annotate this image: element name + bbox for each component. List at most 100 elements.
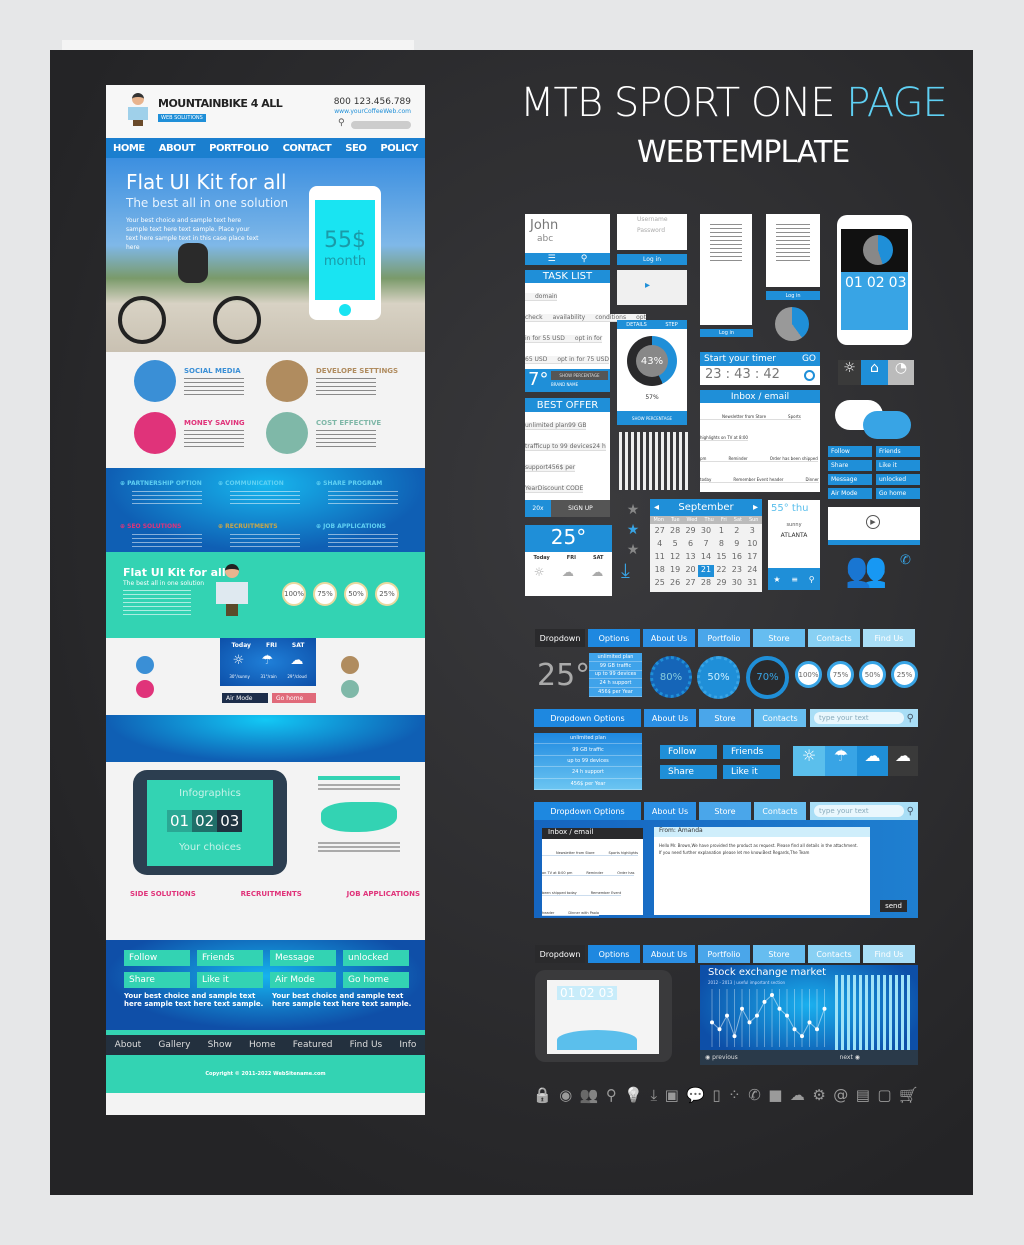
calendar-date[interactable]: 19 — [667, 565, 682, 577]
phone-menu-item[interactable]: 02 — [863, 275, 885, 291]
calendar-date[interactable]: 20 — [683, 565, 698, 577]
dropdown-option[interactable]: 456$ per Year — [534, 779, 642, 791]
search-icon[interactable]: ⚲ — [338, 118, 345, 128]
username-field[interactable]: Username — [637, 216, 668, 223]
calendar-date[interactable]: 31 — [745, 578, 760, 590]
calendar-date[interactable]: 29 — [683, 526, 698, 538]
home-icon[interactable]: ⌂ — [861, 360, 888, 385]
step-1[interactable]: 01 — [167, 810, 193, 832]
at-icon[interactable]: @ — [833, 1086, 848, 1104]
calendar-date[interactable]: 27 — [652, 526, 667, 538]
login-button[interactable]: Log in — [617, 254, 687, 265]
mouse-icon[interactable]: ◉ — [559, 1086, 572, 1104]
phone-icon[interactable]: ✆ — [900, 553, 911, 568]
nav-tab[interactable]: Contacts — [754, 802, 806, 820]
cards-icon[interactable]: ▤ — [856, 1086, 870, 1104]
social-button[interactable]: Go home — [876, 488, 920, 499]
calendar-date[interactable]: 5 — [667, 539, 682, 551]
social-button[interactable]: Air Mode — [270, 972, 336, 988]
password-login-button[interactable]: Log in — [766, 291, 820, 300]
password-field[interactable]: Password — [637, 227, 665, 234]
calendar-date[interactable]: 13 — [683, 552, 698, 564]
dropdown-option[interactable]: 99 GB traffic — [534, 744, 642, 756]
calendar-date[interactable]: 6 — [683, 539, 698, 551]
cloud-user-icon[interactable]: ☁ — [888, 746, 918, 776]
nav-item[interactable]: CONTACT — [283, 143, 332, 154]
task-item[interactable]: opt in for 75 USD — [547, 356, 610, 364]
details-tab[interactable]: DETAILS — [626, 322, 647, 328]
settings-icon[interactable]: ☼ — [838, 360, 861, 385]
dropdown-option[interactable]: 456$ per Year — [589, 688, 642, 697]
nav-tab[interactable]: Dropdown — [535, 629, 585, 647]
step-tab[interactable]: STEP — [665, 322, 677, 328]
users-icon[interactable]: 👥 — [580, 1086, 599, 1104]
social-button[interactable]: Message — [270, 950, 336, 966]
calendar-date[interactable]: 29 — [714, 578, 729, 590]
task-item[interactable]: availability — [542, 314, 586, 322]
step-2[interactable]: 02 — [192, 810, 218, 832]
website-link[interactable]: www.yourCoffeeWeb.com — [334, 108, 411, 115]
tablet-icon[interactable]: ▢ — [877, 1086, 891, 1104]
timer-go-button[interactable]: GO — [802, 354, 816, 364]
footer-nav-item[interactable]: Info — [399, 1040, 416, 1050]
social-button[interactable]: Share — [828, 460, 872, 471]
calendar-date[interactable]: 8 — [714, 539, 729, 551]
camera-icon[interactable]: ■ — [768, 1086, 782, 1104]
nav-item[interactable]: ABOUT — [159, 143, 196, 154]
dropdown-option[interactable]: up to 99 devices — [589, 671, 642, 680]
social-button[interactable]: Share — [124, 972, 190, 988]
nav-item[interactable]: SEO — [345, 143, 367, 154]
search-input[interactable] — [351, 121, 411, 129]
calendar-date[interactable]: 11 — [652, 552, 667, 564]
mobile-icon[interactable]: ▯ — [712, 1086, 720, 1104]
inbox-item[interactable]: Remember Event header — [711, 477, 784, 483]
inbox-item[interactable]: Sports highlights on TV at 8:00 pm — [700, 414, 801, 462]
calendar-date[interactable]: 10 — [745, 539, 760, 551]
footer-nav-item[interactable]: Show — [208, 1040, 232, 1050]
calendar-date[interactable]: 30 — [729, 578, 744, 590]
lock-icon[interactable]: 🔒 — [533, 1086, 552, 1104]
search-icon[interactable]: ⚲ — [606, 1086, 617, 1104]
nav-tab[interactable]: Portfolio — [698, 629, 750, 647]
social-button[interactable]: Like it — [723, 765, 780, 779]
chat-icon[interactable]: 💬 — [686, 1086, 705, 1104]
social-button[interactable]: Share — [660, 765, 717, 779]
nav-tab[interactable]: Store — [699, 709, 751, 727]
nav-tab[interactable]: Dropdown — [535, 945, 585, 963]
location-icon[interactable]: ⚲ — [809, 575, 815, 584]
social-button[interactable]: Friends — [723, 745, 780, 759]
dropdown-option[interactable]: up to 99 devices — [534, 756, 642, 768]
social-button[interactable]: Like it — [197, 972, 263, 988]
inbox-item[interactable]: Reminder — [706, 456, 748, 462]
calendar-date[interactable]: 2 — [729, 526, 744, 538]
email-item[interactable]: Newsletter from Store — [542, 851, 595, 856]
nav-tab[interactable]: About Us — [643, 945, 695, 963]
footer-nav-item[interactable]: About — [115, 1040, 142, 1050]
social-button[interactable]: Follow — [124, 950, 190, 966]
search-icon[interactable]: ⚲ — [907, 713, 914, 724]
send-button[interactable]: send — [880, 900, 907, 912]
nav-tab[interactable]: Dropdown Options — [534, 709, 641, 727]
sun-icon[interactable]: ☼ — [793, 746, 825, 776]
calendar-date[interactable]: 30 — [698, 526, 713, 538]
email-item[interactable]: Dinner with Paolo — [554, 911, 600, 916]
calendar-date[interactable]: 18 — [652, 565, 667, 577]
social-button[interactable]: Follow — [828, 446, 872, 457]
partly-cloudy-icon[interactable]: ☁ — [857, 746, 888, 776]
show-percentage-button[interactable]: SHOW PERCENTAGE — [617, 411, 687, 425]
video-progress[interactable] — [828, 540, 920, 545]
dropdown-option[interactable]: unlimited plan — [534, 733, 642, 745]
nav-tab[interactable]: Find Us — [863, 629, 915, 647]
prev-month-icon[interactable]: ◂ — [654, 502, 659, 513]
social-button[interactable]: Like it — [876, 460, 920, 471]
nav-tab[interactable]: Contacts — [808, 629, 860, 647]
calendar-date[interactable]: 28 — [667, 526, 682, 538]
gears-icon[interactable]: ⚙ — [812, 1086, 825, 1104]
social-button[interactable]: Go home — [343, 972, 409, 988]
calendar-date[interactable]: 9 — [729, 539, 744, 551]
next-button[interactable]: next ◉ — [840, 1054, 860, 1061]
nav-tab[interactable]: Options — [588, 945, 640, 963]
social-button[interactable]: unlocked — [343, 950, 409, 966]
air-mode-button[interactable]: Air Mode — [222, 693, 268, 703]
go-home-button[interactable]: Go home — [272, 693, 316, 703]
